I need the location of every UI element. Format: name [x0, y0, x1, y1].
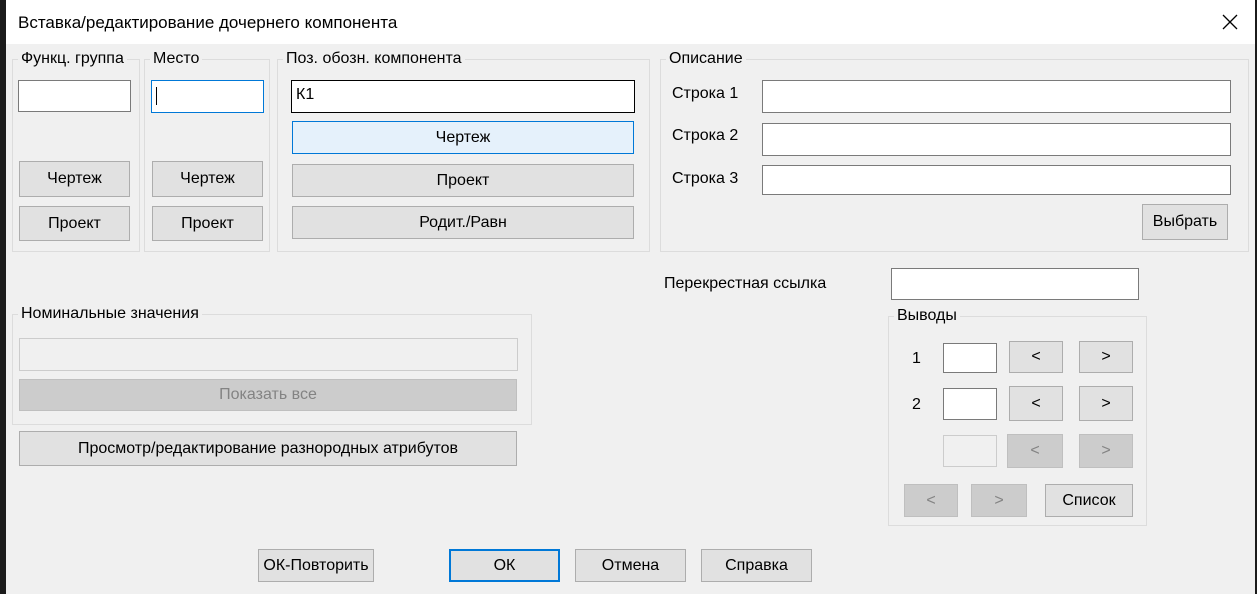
- description-line3-label: Строка 3: [672, 170, 739, 187]
- show-all-button[interactable]: Показать все: [19, 379, 517, 411]
- cancel-button[interactable]: Отмена: [575, 549, 686, 582]
- pins-page-next-button[interactable]: >: [971, 484, 1027, 517]
- pins-page-prev-button[interactable]: <: [904, 484, 958, 517]
- close-button[interactable]: [1205, 0, 1255, 44]
- cross-ref-label: Перекрестная ссылка: [664, 275, 827, 292]
- location-label: Место: [153, 50, 200, 67]
- location-project-button[interactable]: Проект: [152, 206, 263, 241]
- pin1-input[interactable]: [943, 343, 997, 373]
- tag-drawing-button[interactable]: Чертеж: [292, 121, 634, 154]
- func-group-input[interactable]: [18, 80, 131, 112]
- tag-project-button[interactable]: Проект: [292, 164, 634, 197]
- description-line3-input[interactable]: [762, 165, 1231, 195]
- description-line1-label: Строка 1: [672, 85, 739, 102]
- description-line2-label: Строка 2: [672, 127, 739, 144]
- pins-list-button[interactable]: Список: [1045, 484, 1133, 517]
- text-cursor: [156, 87, 157, 105]
- help-button[interactable]: Справка: [701, 549, 812, 582]
- pin2-prev-button[interactable]: <: [1009, 386, 1063, 421]
- description-pick-button[interactable]: Выбрать: [1142, 204, 1228, 240]
- ok-repeat-button[interactable]: ОК-Повторить: [258, 549, 374, 582]
- func-group-project-button[interactable]: Проект: [19, 206, 130, 241]
- func-group-label: Функц. группа: [21, 50, 124, 67]
- ratings-input[interactable]: [19, 338, 518, 371]
- window-title: Вставка/редактирование дочернего компоне…: [18, 13, 398, 32]
- ratings-label: Номинальные значения: [21, 305, 199, 322]
- pins-label: Выводы: [897, 307, 957, 324]
- pin3-next-button[interactable]: >: [1079, 434, 1133, 468]
- cross-ref-input[interactable]: [891, 268, 1139, 300]
- pin2-input[interactable]: [943, 388, 997, 420]
- ok-button[interactable]: ОК: [449, 549, 560, 582]
- location-input[interactable]: [151, 80, 264, 113]
- pin2-number: 2: [912, 396, 921, 413]
- close-icon: [1222, 14, 1238, 30]
- edit-attributes-button[interactable]: Просмотр/редактирование разнородных атри…: [19, 431, 517, 466]
- pin1-next-button[interactable]: >: [1079, 341, 1133, 373]
- pin1-prev-button[interactable]: <: [1009, 341, 1063, 373]
- description-label: Описание: [669, 50, 743, 67]
- pin3-input[interactable]: [943, 435, 997, 467]
- title-bar: Вставка/редактирование дочернего компоне…: [6, 0, 1255, 44]
- pin3-prev-button[interactable]: <: [1007, 434, 1063, 468]
- description-line1-input[interactable]: [762, 80, 1231, 113]
- tag-label: Поз. обозн. компонента: [286, 50, 462, 67]
- tag-input[interactable]: К1: [291, 80, 635, 113]
- description-line2-input[interactable]: [762, 123, 1231, 156]
- location-drawing-button[interactable]: Чертеж: [152, 161, 263, 197]
- dialog-window: Вставка/редактирование дочернего компоне…: [6, 0, 1255, 594]
- pin1-number: 1: [912, 350, 921, 367]
- tag-parent-button[interactable]: Родит./Равн: [292, 206, 634, 239]
- func-group-drawing-button[interactable]: Чертеж: [19, 161, 130, 197]
- pin2-next-button[interactable]: >: [1079, 386, 1133, 421]
